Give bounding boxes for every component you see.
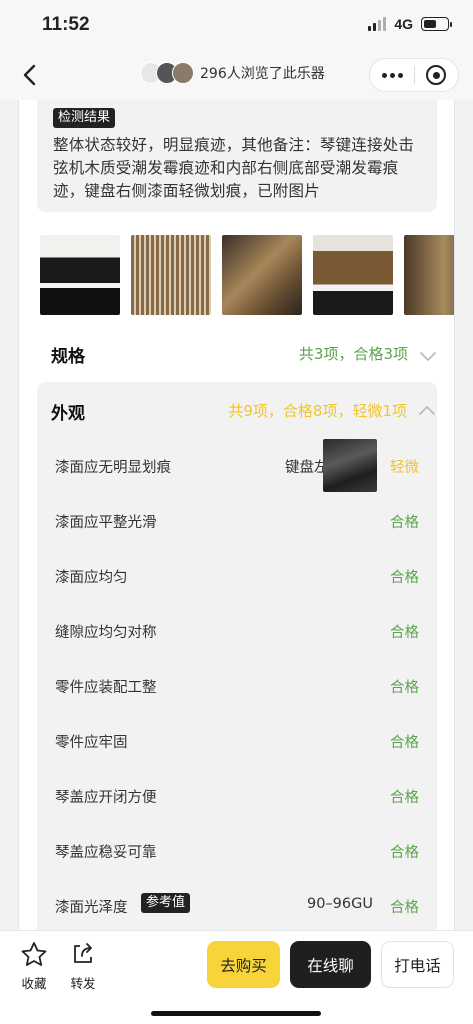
item-status: 合格 (390, 900, 419, 916)
piano-photo[interactable] (40, 235, 120, 315)
reference-value-tag[interactable]: 参考值 (141, 893, 191, 913)
call-button[interactable]: 打电话 (381, 941, 454, 988)
item-status: 合格 (390, 515, 419, 531)
signal-icon (368, 17, 387, 31)
item-status: 合格 (390, 625, 419, 641)
share-label: 转发 (70, 976, 96, 991)
appearance-item: 琴盖应开闭方便 合格 (37, 768, 437, 823)
viewer-avatars (140, 62, 194, 84)
status-bar: 11:52 4G (0, 0, 473, 50)
item-label: 漆面光泽度 (55, 900, 128, 916)
appearance-item: 琴盖应稳妥可靠 合格 (37, 823, 437, 878)
item-status: 合格 (390, 680, 419, 696)
inspection-result-tag: 检测结果 (53, 108, 116, 128)
appearance-item: 零件应牢固 合格 (37, 713, 437, 768)
buy-button[interactable]: 去购买 (207, 941, 280, 988)
piano-photo[interactable] (404, 235, 454, 315)
viewers-count: 296人浏览了此乐器 (200, 66, 325, 82)
inspection-result-box: 检测结果 整体状态较好，明显痕迹，其他备注：琴键连接处击弦机木质受潮发霉痕迹和内… (37, 100, 437, 212)
viewers-info: 296人浏览了此乐器 (140, 62, 325, 84)
target-icon (426, 65, 447, 85)
item-label: 漆面应均匀 (55, 570, 128, 586)
defect-photo[interactable] (323, 439, 377, 492)
appearance-item: 零件应装配工整 合格 (37, 658, 437, 713)
appearance-section: 外观 共9项，合格8项，轻微1项 漆面应无明显划痕 键盘左侧 轻微 漆面应平整光… (37, 382, 437, 930)
item-status: 合格 (390, 570, 419, 586)
chevron-left-icon (23, 64, 36, 86)
item-status: 合格 (390, 845, 419, 861)
appearance-item: 漆面应无明显划痕 键盘左侧 轻微 (37, 438, 437, 493)
online-chat-button[interactable]: 在线聊 (290, 941, 371, 988)
avatar (172, 62, 194, 84)
item-label: 零件应牢固 (55, 735, 128, 751)
item-label: 琴盖应稳妥可靠 (55, 845, 157, 861)
item-label: 漆面应无明显划痕 (55, 460, 171, 476)
status-indicators: 4G (368, 16, 452, 32)
appearance-item: 漆面应平整光滑 合格 (37, 493, 437, 548)
chevron-up-icon (419, 406, 435, 415)
spec-title: 规格 (51, 347, 85, 367)
photo-strip[interactable] (40, 235, 454, 315)
home-indicator (151, 1011, 321, 1016)
item-label: 琴盖应开闭方便 (55, 790, 157, 806)
item-status: 合格 (390, 735, 419, 751)
share-icon (74, 943, 92, 963)
favorite-button[interactable]: 收藏 (14, 941, 54, 992)
appearance-section-header[interactable]: 外观 共9项，合格8项，轻微1项 (37, 382, 437, 436)
favorite-label: 收藏 (21, 976, 47, 991)
item-label: 缝隙应均匀对称 (55, 625, 157, 641)
spec-section-header[interactable]: 规格 共3项，合格3项 (19, 326, 454, 382)
miniprogram-capsule (369, 58, 459, 92)
item-value: 90–96GU (306, 896, 373, 912)
star-icon (21, 942, 47, 966)
appearance-summary: 共9项，合格8项，轻微1项 (228, 402, 407, 420)
network-type: 4G (394, 16, 413, 32)
close-miniprogram-button[interactable] (415, 58, 458, 92)
status-time: 11:52 (42, 14, 90, 35)
appearance-item: 漆面应均匀 合格 (37, 548, 437, 603)
appearance-item: 漆面光泽度 参考值 90–96GU 合格 (37, 878, 437, 930)
main-content: 检测结果 整体状态较好，明显痕迹，其他备注：琴键连接处击弦机木质受潮发霉痕迹和内… (18, 100, 455, 930)
appearance-title: 外观 (51, 404, 85, 424)
item-label: 漆面应平整光滑 (55, 515, 157, 531)
item-status: 轻微 (390, 460, 419, 476)
battery-icon (421, 17, 452, 31)
chevron-down-icon (420, 352, 436, 361)
inspection-result-text: 整体状态较好，明显痕迹，其他备注：琴键连接处击弦机木质受潮发霉痕迹和内部右侧底部… (53, 136, 415, 200)
item-status: 合格 (390, 790, 419, 806)
more-button[interactable] (370, 58, 414, 92)
piano-photo[interactable] (313, 235, 393, 315)
spec-summary: 共3项，合格3项 (298, 345, 408, 363)
item-label: 零件应装配工整 (55, 680, 157, 696)
appearance-item: 缝隙应均匀对称 合格 (37, 603, 437, 658)
piano-photo[interactable] (222, 235, 302, 315)
bottom-action-bar: 收藏 转发 去购买 在线聊 打电话 (0, 930, 473, 1024)
piano-photo[interactable] (131, 235, 211, 315)
nav-bar: 296人浏览了此乐器 (0, 50, 473, 100)
share-button[interactable]: 转发 (63, 941, 103, 992)
back-button[interactable] (14, 60, 44, 90)
